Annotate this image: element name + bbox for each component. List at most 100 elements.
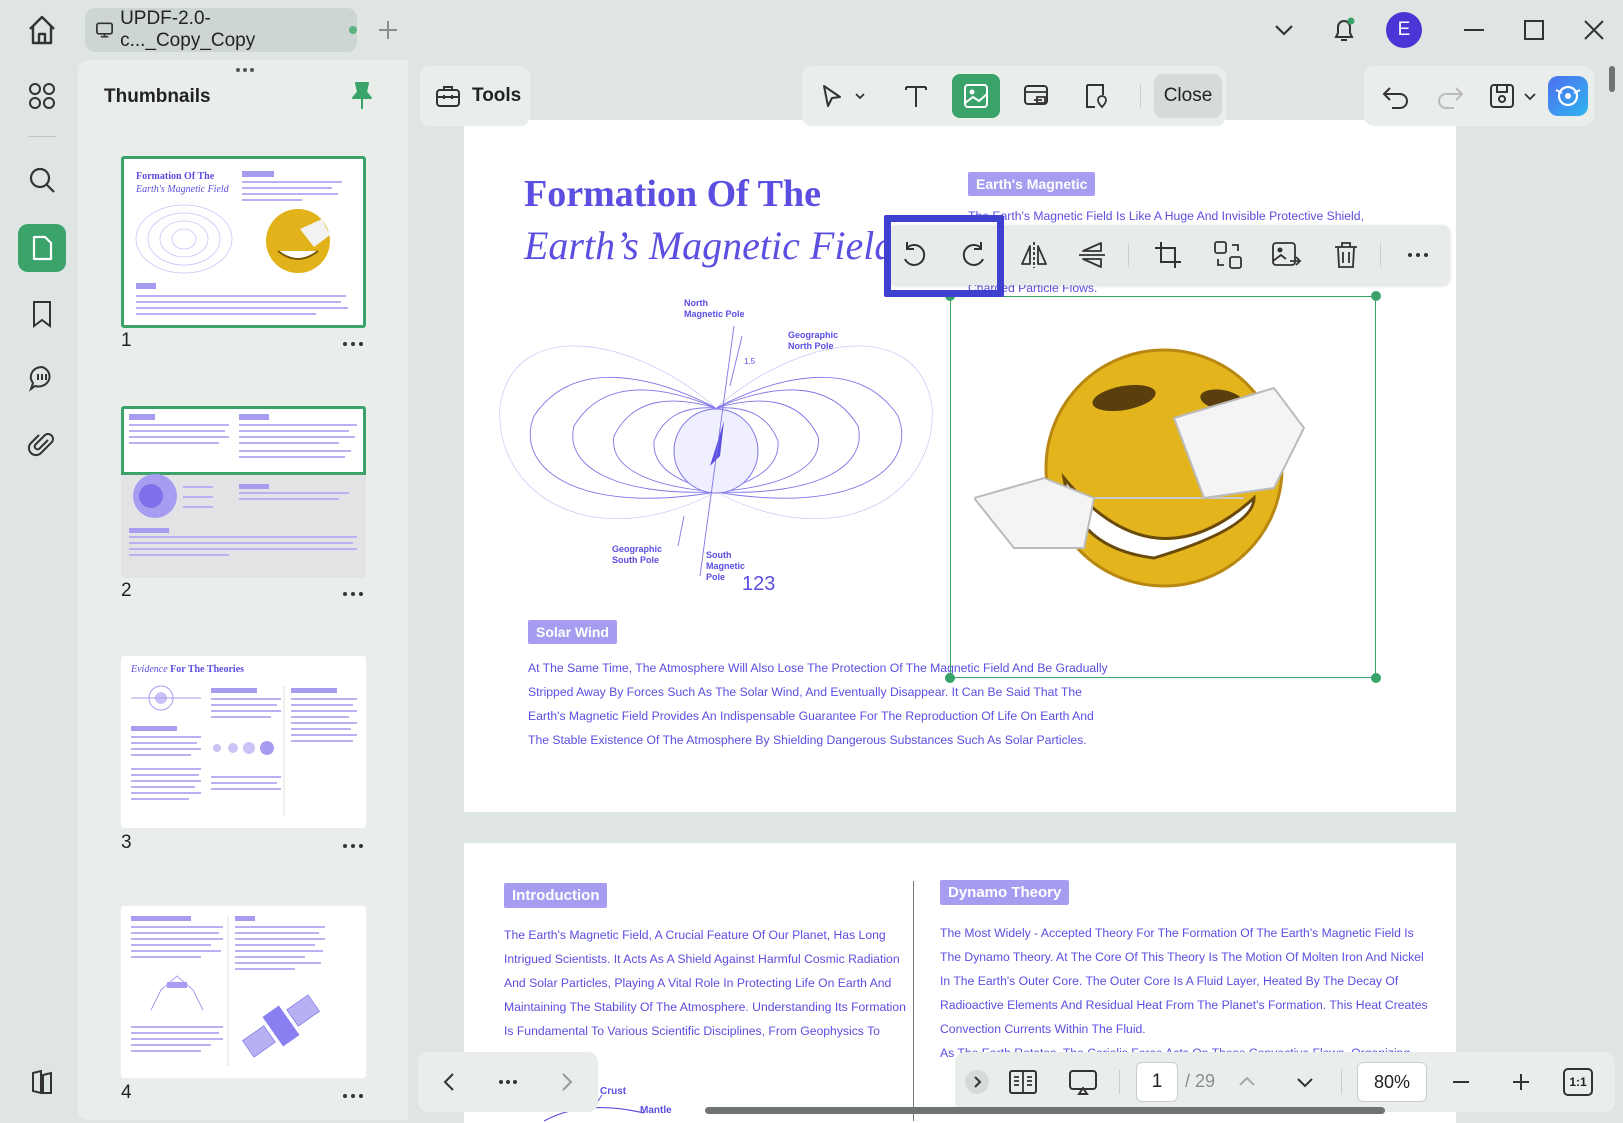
presentation-icon[interactable] bbox=[1067, 1066, 1099, 1098]
bookmark-icon[interactable] bbox=[18, 290, 66, 338]
column-divider bbox=[913, 881, 914, 1121]
more-icon[interactable] bbox=[340, 589, 366, 599]
new-tab-icon[interactable] bbox=[372, 14, 404, 46]
more-icon[interactable] bbox=[340, 339, 366, 349]
intro-line-5: Is Fundamental To Various Scientific Dis… bbox=[504, 1024, 880, 1038]
expand-icon[interactable] bbox=[965, 1070, 989, 1094]
text-tool-icon[interactable] bbox=[892, 74, 940, 118]
chevron-down-icon[interactable] bbox=[1266, 12, 1302, 48]
thumbnail-page-3[interactable]: Evidence For The Theories bbox=[121, 656, 366, 828]
layers-icon[interactable] bbox=[18, 1058, 66, 1106]
chevron-up-icon[interactable] bbox=[1233, 1068, 1261, 1096]
pin-icon[interactable] bbox=[348, 80, 376, 112]
svg-text:Formation Of The: Formation Of The bbox=[136, 171, 215, 182]
drag-handle-icon[interactable] bbox=[230, 66, 260, 74]
solar-line-4: The Stable Existence Of The Atmosphere B… bbox=[528, 733, 1087, 747]
redo-icon[interactable] bbox=[1432, 78, 1468, 114]
chevron-down-icon[interactable] bbox=[1291, 1068, 1319, 1096]
bell-icon[interactable] bbox=[1326, 12, 1362, 48]
page-nav-bar bbox=[418, 1052, 598, 1112]
extract-image-icon[interactable] bbox=[1262, 231, 1310, 279]
next-page-icon[interactable] bbox=[552, 1068, 580, 1096]
resize-handle[interactable] bbox=[1371, 291, 1381, 301]
flip-vertical-icon[interactable] bbox=[1068, 231, 1116, 279]
page1-title-line1: Formation Of The bbox=[524, 173, 821, 215]
dynamo-theory-label: Dynamo Theory bbox=[940, 880, 1070, 905]
dynamo-line-1: The Most Widely - Accepted Theory For Th… bbox=[940, 926, 1414, 940]
thumbnails-panel: Thumbnails Formation Of The Earth's Magn… bbox=[78, 60, 408, 1120]
document-tab[interactable]: UPDF-2.0-c..._Copy_Copy bbox=[85, 8, 357, 52]
more-icon[interactable] bbox=[340, 841, 366, 851]
save-icon[interactable] bbox=[1484, 78, 1520, 114]
page-layout-icon[interactable] bbox=[1007, 1066, 1039, 1098]
grid-icon[interactable] bbox=[18, 72, 66, 120]
toolbar-divider bbox=[1380, 243, 1381, 267]
resize-handle[interactable] bbox=[945, 673, 955, 683]
undo-icon[interactable] bbox=[1378, 78, 1414, 114]
page-number-input[interactable]: 1 bbox=[1136, 1062, 1178, 1102]
introduction-label: Introduction bbox=[504, 883, 608, 908]
panel-title: Thumbnails bbox=[104, 86, 211, 107]
delete-icon[interactable] bbox=[1322, 231, 1370, 279]
label-south-magnetic: South Magnetic Pole bbox=[706, 550, 745, 582]
more-icon[interactable] bbox=[340, 1091, 366, 1101]
image-selection-box[interactable] bbox=[945, 291, 1381, 683]
chevron-down-icon[interactable] bbox=[1520, 86, 1540, 106]
toolbox-icon bbox=[436, 86, 460, 107]
zoom-in-icon[interactable] bbox=[1507, 1068, 1535, 1096]
image-tool-icon[interactable] bbox=[952, 74, 1000, 118]
zoom-level-input[interactable]: 80% bbox=[1357, 1062, 1427, 1102]
rail-divider bbox=[28, 136, 56, 137]
tools-label: Tools bbox=[472, 85, 522, 106]
more-icon[interactable] bbox=[1394, 231, 1442, 279]
minimize-icon[interactable] bbox=[1456, 12, 1492, 48]
intro-line-2: Intrigued Scientists. It Acts As A Shiel… bbox=[504, 952, 900, 966]
bar-divider bbox=[1341, 1070, 1342, 1094]
thumbnail-page-4[interactable] bbox=[121, 906, 366, 1078]
dynamo-line-2: The Dynamo Theory. At The Core Of This T… bbox=[940, 950, 1424, 964]
replace-image-icon[interactable] bbox=[1204, 231, 1252, 279]
comment-icon[interactable] bbox=[18, 354, 66, 402]
toolbar-divider bbox=[1140, 84, 1141, 108]
avatar[interactable]: E bbox=[1386, 12, 1422, 48]
prev-page-icon[interactable] bbox=[436, 1068, 464, 1096]
dynamo-line-4: Radioactive Elements And Residual Heat F… bbox=[940, 998, 1428, 1012]
page-number-3: 3 bbox=[121, 832, 132, 853]
watermark-tool-icon[interactable] bbox=[1072, 74, 1120, 118]
close-window-icon[interactable] bbox=[1576, 12, 1612, 48]
close-edit-button[interactable]: Close bbox=[1154, 74, 1222, 118]
thumb3-title-em: Evidence bbox=[130, 664, 168, 675]
label-angle: 1.5 bbox=[744, 357, 756, 366]
title-bar: UPDF-2.0-c..._Copy_Copy E bbox=[0, 0, 1623, 60]
bar-divider bbox=[1119, 1070, 1120, 1094]
page-total: / 29 bbox=[1185, 1071, 1216, 1091]
zoom-out-icon[interactable] bbox=[1447, 1068, 1475, 1096]
maximize-icon[interactable] bbox=[1516, 12, 1552, 48]
page-number-2: 2 bbox=[121, 580, 132, 601]
ai-assistant-icon[interactable] bbox=[1548, 76, 1588, 116]
flip-horizontal-icon[interactable] bbox=[1010, 231, 1058, 279]
thumbnail-page-1[interactable]: Formation Of The Earth's Magnetic Field bbox=[121, 156, 366, 328]
thumb3-title-rest: For The Theories bbox=[168, 664, 245, 675]
thumbnail-page-2[interactable] bbox=[121, 406, 366, 578]
horizontal-scrollbar[interactable] bbox=[705, 1107, 1385, 1114]
tools-button[interactable]: Tools bbox=[420, 66, 530, 126]
page1-title-line2: Earth’s Magnetic Field bbox=[524, 223, 895, 268]
solar-wind-label: Solar Wind bbox=[528, 620, 617, 644]
actual-size-button[interactable]: 1:1 bbox=[1563, 1068, 1593, 1096]
crop-icon[interactable] bbox=[1144, 231, 1192, 279]
resize-handle[interactable] bbox=[1371, 673, 1381, 683]
thumbnails-icon[interactable] bbox=[18, 224, 66, 272]
search-icon[interactable] bbox=[18, 156, 66, 204]
attachment-icon[interactable] bbox=[18, 420, 66, 468]
more-icon[interactable] bbox=[494, 1068, 522, 1096]
vertical-scrollbar[interactable] bbox=[1609, 66, 1615, 92]
chevron-down-icon[interactable] bbox=[848, 74, 872, 118]
home-icon[interactable] bbox=[22, 12, 62, 48]
monitor-icon bbox=[96, 22, 114, 38]
intro-line-1: The Earth's Magnetic Field, A Crucial Fe… bbox=[504, 928, 886, 942]
page-number-1: 1 bbox=[121, 330, 132, 351]
label-geo-south: Geographic South Pole bbox=[612, 544, 662, 565]
link-tool-icon[interactable] bbox=[1012, 74, 1060, 118]
solar-line-2: Stripped Away By Forces Such As The Sola… bbox=[528, 685, 1082, 699]
